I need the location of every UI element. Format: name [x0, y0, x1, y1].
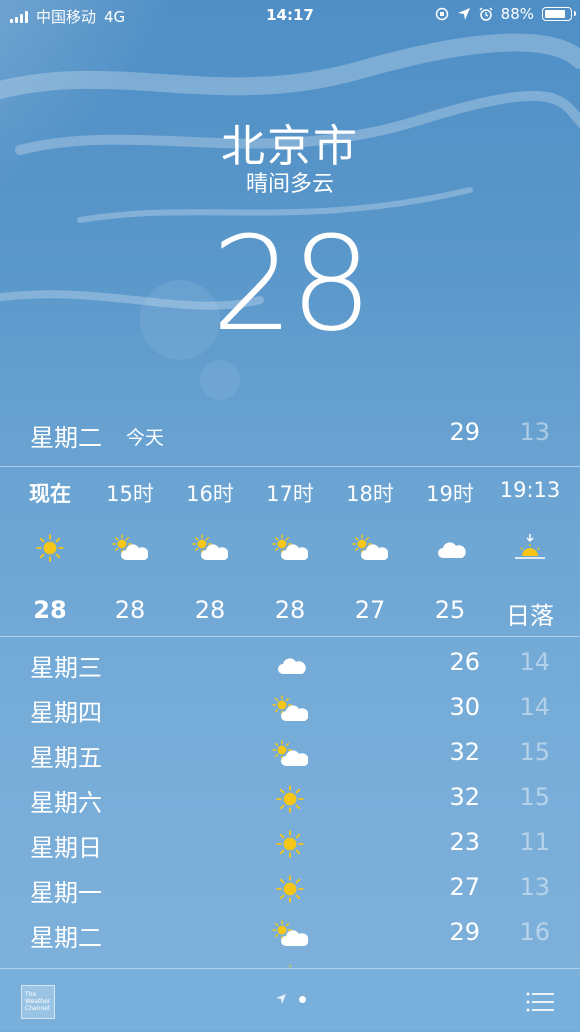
daily-low: 14	[519, 963, 550, 967]
hourly-temp: 28	[274, 596, 306, 624]
daily-row: 星期日 23 11	[0, 822, 580, 867]
daily-low: 14	[519, 648, 550, 676]
daily-high: 29	[449, 918, 480, 946]
daily-low: 15	[519, 783, 550, 811]
daily-high: 23	[449, 828, 480, 856]
sunset-icon	[490, 528, 570, 568]
hourly-item: 15时 28	[90, 468, 170, 632]
cloud-icon	[270, 648, 310, 680]
status-bar: 中国移动 4G 14:17 88%	[0, 0, 580, 30]
daily-low: 13	[519, 873, 550, 901]
hourly-time: 19:13	[499, 478, 561, 502]
hourly-item: 现在 28	[10, 468, 90, 632]
divider	[0, 466, 580, 467]
partly-cloudy-icon	[270, 693, 310, 725]
daily-forecast[interactable]: 星期三 26 14 星期四 30 14 星期五 32 15 星期六 32 15 星期日 …	[0, 642, 580, 967]
today-summary: 星期二 今天 29 13	[0, 412, 580, 458]
partly-cloudy-icon	[330, 528, 410, 568]
daily-low: 14	[519, 693, 550, 721]
daily-row: 星期六 32 15	[0, 777, 580, 822]
daily-day: 星期日	[30, 834, 102, 862]
daily-row: 星期三 27 14	[0, 957, 580, 967]
hourly-item: 19:13 日落	[490, 468, 570, 632]
city-name: 北京市	[221, 121, 359, 172]
daily-row: 星期三 26 14	[0, 642, 580, 687]
cloud-icon	[410, 528, 490, 568]
sun-icon	[270, 828, 310, 860]
location-arrow-icon	[457, 8, 470, 20]
hourly-item: 17时 28	[250, 468, 330, 632]
bottom-toolbar: The Weather Channel	[0, 968, 580, 1032]
today-label: 今天	[126, 427, 165, 449]
page-dot	[298, 995, 306, 1003]
sun-icon	[270, 963, 310, 967]
partly-cloudy-icon	[270, 738, 310, 770]
today-low: 13	[519, 418, 550, 446]
hourly-time: 15时	[106, 482, 154, 506]
hourly-time: 现在	[29, 482, 71, 506]
daily-day: 星期四	[30, 699, 102, 727]
city-list-icon[interactable]	[526, 991, 556, 1013]
partly-cloudy-icon	[270, 918, 310, 950]
hourly-forecast[interactable]: 现在 28 15时 28 16时 28 17时 28 18时 27 19时 25 19:13…	[0, 468, 580, 632]
daily-day: 星期一	[30, 879, 102, 907]
hourly-item: 19时 25	[410, 468, 490, 632]
hourly-temp: 28	[194, 596, 226, 624]
daily-high: 27	[449, 963, 480, 967]
hourly-temp: 27	[354, 596, 386, 624]
partly-cloudy-icon	[90, 528, 170, 568]
daily-row: 星期五 32 15	[0, 732, 580, 777]
daily-day: 星期三	[30, 963, 102, 967]
hourly-time: 17时	[266, 482, 314, 506]
alarm-icon	[479, 7, 493, 21]
sun-icon	[10, 528, 90, 568]
daily-row: 星期四 30 14	[0, 687, 580, 732]
daily-day: 星期二	[30, 924, 102, 952]
weather-condition: 晴间多云	[245, 172, 334, 197]
daily-low: 11	[519, 828, 550, 856]
battery-fill	[545, 10, 566, 18]
hourly-time: 18时	[346, 482, 394, 506]
hourly-item: 16时 28	[170, 468, 250, 632]
daily-day: 星期三	[30, 654, 102, 682]
hourly-temp: 日落	[506, 602, 554, 630]
today-high: 29	[449, 418, 480, 446]
sun-icon	[270, 873, 310, 905]
daily-high: 30	[449, 693, 480, 721]
daily-day: 星期五	[30, 744, 102, 772]
daily-day: 星期六	[30, 789, 102, 817]
hourly-temp: 25	[434, 596, 466, 624]
daily-low: 16	[519, 918, 550, 946]
partly-cloudy-icon	[250, 528, 330, 568]
rotation-lock-icon	[435, 7, 448, 21]
battery-icon	[542, 7, 576, 21]
page-indicator[interactable]	[0, 993, 580, 1005]
hourly-item: 18时 27	[330, 468, 410, 632]
battery-percent: 88%	[500, 5, 534, 23]
current-temperature: 28	[211, 208, 372, 360]
daily-high: 32	[449, 783, 480, 811]
partly-cloudy-icon	[170, 528, 250, 568]
daily-low: 15	[519, 738, 550, 766]
location-page-icon	[275, 994, 286, 1004]
hourly-temp: 28	[114, 596, 146, 624]
divider	[0, 636, 580, 637]
hourly-time: 16时	[186, 482, 234, 506]
daily-high: 32	[449, 738, 480, 766]
daily-high: 26	[449, 648, 480, 676]
daily-row: 星期二 29 16	[0, 912, 580, 957]
hourly-time: 19时	[426, 482, 474, 506]
today-day: 星期二	[30, 424, 102, 452]
daily-high: 27	[449, 873, 480, 901]
sun-icon	[270, 783, 310, 815]
daily-row: 星期一 27 13	[0, 867, 580, 912]
hourly-temp: 28	[33, 596, 67, 624]
